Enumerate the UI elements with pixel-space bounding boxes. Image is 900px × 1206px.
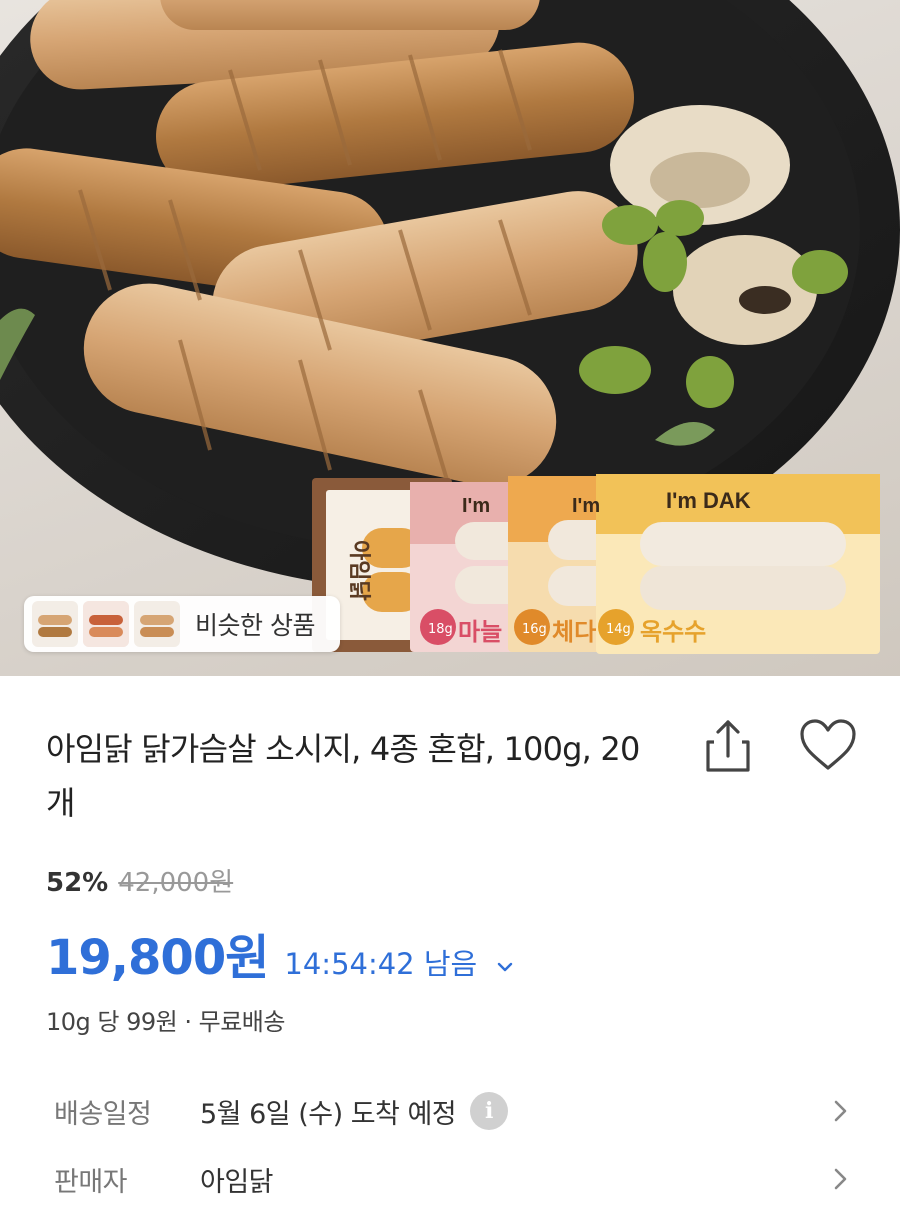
wishlist-button[interactable]: [796, 716, 860, 776]
seller-value: 아임닭: [200, 1166, 274, 1198]
share-icon: [706, 720, 750, 772]
chevron-down-icon: [498, 962, 513, 972]
delivery-label: 배송일정: [54, 1098, 152, 1130]
delivery-value: 5월 6일 (수) 도착 예정: [200, 1098, 457, 1130]
chevron-right-icon: [834, 1168, 847, 1190]
delivery-row[interactable]: 배송일정 5월 6일 (수) 도착 예정 i: [54, 1086, 854, 1136]
chevron-right-icon: [834, 1100, 847, 1122]
deal-timer-text: 14:54:42 남음: [284, 947, 478, 981]
svg-text:아임닭: 아임닭: [346, 540, 371, 601]
seller-row[interactable]: 판매자 아임닭: [54, 1154, 854, 1204]
svg-text:마늘: 마늘: [458, 618, 502, 646]
similar-thumb: [83, 601, 129, 647]
product-title: 아임닭 닭가슴살 소시지, 4종 혼합, 100g, 20개: [46, 730, 640, 822]
heart-icon: [800, 719, 856, 770]
svg-text:I'm DAK: I'm DAK: [666, 488, 751, 513]
product-image[interactable]: I'm DAK I'm I'm 18g 16g 14g 마늘 체다 옥수수 아임…: [0, 0, 900, 676]
similar-products-button[interactable]: 비슷한 상품: [24, 596, 340, 652]
svg-text:I'm: I'm: [572, 495, 600, 517]
info-icon[interactable]: i: [470, 1092, 509, 1130]
deal-timer[interactable]: 14:54:42 남음: [284, 941, 514, 983]
similar-thumb: [134, 601, 180, 647]
original-price: 42,000원: [118, 868, 234, 898]
svg-text:18g: 18g: [428, 622, 453, 637]
svg-text:16g: 16g: [522, 622, 547, 637]
price-row: 19,800원 14:54:42 남음: [46, 918, 514, 988]
package-group: I'm DAK I'm I'm 18g 16g 14g 마늘 체다 옥수수 아임…: [312, 474, 880, 654]
seller-label: 판매자: [54, 1166, 128, 1198]
unit-price-shipping: 10g 당 99원 · 무료배송: [46, 1008, 285, 1036]
svg-text:체다: 체다: [552, 618, 596, 646]
svg-text:14g: 14g: [606, 622, 631, 637]
discount-row: 52% 42,000원: [46, 862, 233, 899]
svg-text:I'm: I'm: [462, 495, 490, 517]
similar-products-label: 비슷한 상품: [195, 611, 315, 640]
svg-text:옥수수: 옥수수: [640, 618, 706, 646]
share-button[interactable]: [700, 716, 756, 776]
sausage-photo: I'm DAK I'm I'm 18g 16g 14g 마늘 체다 옥수수 아임…: [0, 0, 900, 654]
similar-thumb: [32, 601, 78, 647]
sale-price: 19,800원: [46, 930, 269, 986]
discount-percent: 52%: [46, 868, 109, 898]
